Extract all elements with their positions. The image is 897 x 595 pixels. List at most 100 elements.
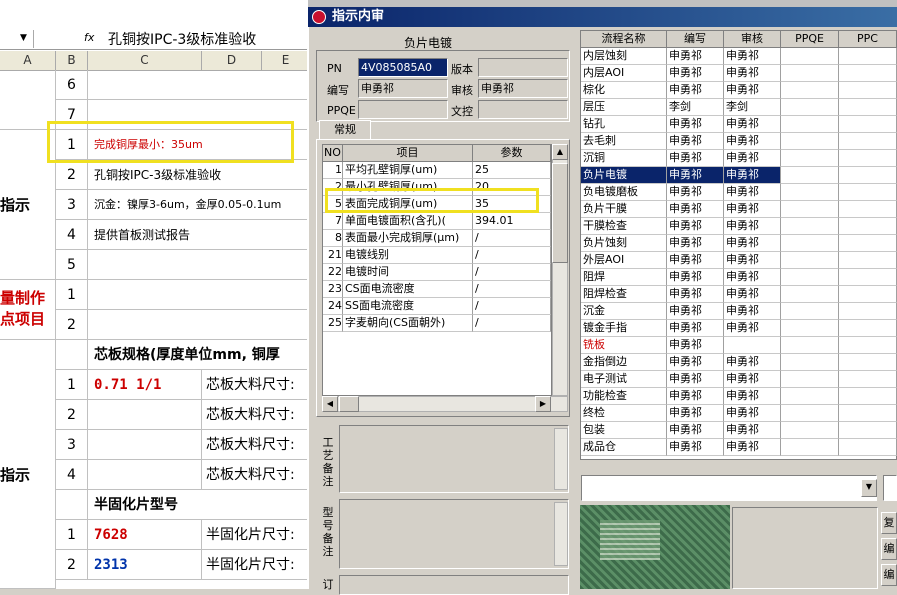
process-ppqe[interactable] bbox=[781, 422, 839, 439]
row-num[interactable]: 3 bbox=[56, 190, 88, 220]
process-ppc[interactable] bbox=[839, 252, 897, 269]
process-ppc[interactable] bbox=[839, 371, 897, 388]
param-col-value[interactable]: 参数 bbox=[473, 145, 551, 162]
process-name[interactable]: 层压 bbox=[581, 99, 667, 116]
process-author[interactable]: 申勇祁 bbox=[667, 422, 724, 439]
process-author[interactable]: 申勇祁 bbox=[667, 48, 724, 65]
name-box[interactable]: ▼ bbox=[0, 30, 34, 48]
cell-d[interactable]: 芯板大料尺寸: bbox=[202, 400, 310, 430]
process-reviewer[interactable]: 申勇祁 bbox=[724, 48, 781, 65]
process-reviewer[interactable]: 申勇祁 bbox=[724, 167, 781, 184]
process-reviewer[interactable]: 申勇祁 bbox=[724, 65, 781, 82]
side-button-edit-2[interactable]: 编 bbox=[881, 564, 897, 586]
row-num[interactable]: 3 bbox=[56, 430, 88, 460]
cell-c-core-spec[interactable]: 芯板规格(厚度单位mm, 铜厚 bbox=[88, 340, 310, 370]
param-value[interactable]: / bbox=[473, 264, 551, 281]
param-no[interactable]: 21 bbox=[323, 247, 343, 264]
process-name[interactable]: 棕化 bbox=[581, 82, 667, 99]
row-num[interactable]: 4 bbox=[56, 460, 88, 490]
scroll-left-icon[interactable]: ◀ bbox=[322, 396, 338, 412]
process-ppqe[interactable] bbox=[781, 286, 839, 303]
process-author[interactable]: 李剑 bbox=[667, 99, 724, 116]
row-num[interactable]: 2 bbox=[56, 310, 88, 340]
param-grid-vscroll[interactable]: ▲ bbox=[552, 144, 568, 396]
scroll-up-icon[interactable]: ▲ bbox=[552, 144, 568, 160]
col-header-b[interactable]: B bbox=[56, 51, 88, 71]
row-num[interactable]: 6 bbox=[56, 70, 88, 100]
col-header-c[interactable]: C bbox=[88, 51, 202, 71]
process-author[interactable]: 申勇祁 bbox=[667, 201, 724, 218]
process-name[interactable]: 功能检查 bbox=[581, 388, 667, 405]
process-ppqe[interactable] bbox=[781, 269, 839, 286]
process-ppqe[interactable] bbox=[781, 371, 839, 388]
param-no[interactable]: 22 bbox=[323, 264, 343, 281]
process-reviewer[interactable]: 申勇祁 bbox=[724, 218, 781, 235]
process-name[interactable]: 外层AOI bbox=[581, 252, 667, 269]
cell-c[interactable] bbox=[88, 310, 310, 340]
process-author[interactable]: 申勇祁 bbox=[667, 388, 724, 405]
model-note-field[interactable] bbox=[339, 499, 569, 569]
cell-c[interactable]: 孔铜按IPC-3级标准验收 bbox=[88, 160, 310, 190]
process-author[interactable]: 申勇祁 bbox=[667, 371, 724, 388]
param-no[interactable]: 8 bbox=[323, 230, 343, 247]
process-ppc[interactable] bbox=[839, 269, 897, 286]
process-ppqe[interactable] bbox=[781, 439, 839, 456]
process-reviewer[interactable]: 申勇祁 bbox=[724, 439, 781, 456]
dialog-titlebar[interactable]: 指示内审 bbox=[308, 7, 897, 27]
process-name[interactable]: 钻孔 bbox=[581, 116, 667, 133]
process-author[interactable]: 申勇祁 bbox=[667, 218, 724, 235]
process-ppqe[interactable] bbox=[781, 116, 839, 133]
cell-c[interactable]: 7628 bbox=[88, 520, 202, 550]
chevron-down-icon[interactable]: ▼ bbox=[861, 479, 877, 497]
process-ppqe[interactable] bbox=[781, 337, 839, 354]
row-num[interactable] bbox=[56, 490, 88, 520]
process-ppc[interactable] bbox=[839, 235, 897, 252]
process-reviewer[interactable]: 申勇祁 bbox=[724, 201, 781, 218]
param-value[interactable]: 25 bbox=[473, 162, 551, 179]
process-ppc[interactable] bbox=[839, 116, 897, 133]
row-num[interactable]: 5 bbox=[56, 250, 88, 280]
process-name[interactable]: 阻焊 bbox=[581, 269, 667, 286]
process-reviewer[interactable]: 申勇祁 bbox=[724, 252, 781, 269]
cell-c[interactable]: 0.71 1/1 bbox=[88, 370, 202, 400]
side-combo[interactable] bbox=[883, 475, 897, 501]
process-reviewer[interactable]: 申勇祁 bbox=[724, 82, 781, 99]
process-author[interactable]: 申勇祁 bbox=[667, 337, 724, 354]
param-value[interactable]: / bbox=[473, 315, 551, 332]
cell-a-instruction-2[interactable]: 指示 bbox=[0, 340, 56, 589]
row-num[interactable]: 2 bbox=[56, 400, 88, 430]
row-num[interactable]: 1 bbox=[56, 370, 88, 400]
process-name[interactable]: 负电镀磨板 bbox=[581, 184, 667, 201]
process-author[interactable]: 申勇祁 bbox=[667, 133, 724, 150]
row-num[interactable] bbox=[56, 340, 88, 370]
process-author[interactable]: 申勇祁 bbox=[667, 252, 724, 269]
process-ppqe[interactable] bbox=[781, 201, 839, 218]
cell-c[interactable] bbox=[88, 430, 202, 460]
col-header-a[interactable]: A bbox=[0, 51, 56, 71]
param-value[interactable]: / bbox=[473, 281, 551, 298]
process-reviewer[interactable]: 申勇祁 bbox=[724, 320, 781, 337]
process-name[interactable]: 镀金手指 bbox=[581, 320, 667, 337]
process-col-author[interactable]: 编写 bbox=[667, 31, 724, 48]
scroll-thumb[interactable] bbox=[339, 396, 359, 412]
process-author[interactable]: 申勇祁 bbox=[667, 184, 724, 201]
process-col-ppc[interactable]: PPC bbox=[839, 31, 897, 48]
param-item[interactable]: 单面电镀面积(含孔)( bbox=[343, 213, 473, 230]
process-ppc[interactable] bbox=[839, 65, 897, 82]
process-author[interactable]: 申勇祁 bbox=[667, 269, 724, 286]
process-name[interactable]: 沉铜 bbox=[581, 150, 667, 167]
cell-d[interactable]: 芯板大料尺寸: bbox=[202, 460, 310, 490]
cell-c[interactable] bbox=[88, 70, 310, 100]
process-ppqe[interactable] bbox=[781, 167, 839, 184]
process-name[interactable]: 负片干膜 bbox=[581, 201, 667, 218]
process-ppqe[interactable] bbox=[781, 303, 839, 320]
process-reviewer[interactable]: 申勇祁 bbox=[724, 405, 781, 422]
process-ppqe[interactable] bbox=[781, 99, 839, 116]
notes-combo[interactable]: ▼ bbox=[581, 475, 877, 501]
cell-c[interactable]: 2313 bbox=[88, 550, 202, 580]
param-item[interactable]: 电镀线别 bbox=[343, 247, 473, 264]
process-reviewer[interactable]: 申勇祁 bbox=[724, 116, 781, 133]
process-name[interactable]: 沉金 bbox=[581, 303, 667, 320]
process-reviewer[interactable] bbox=[724, 337, 781, 354]
row-num[interactable]: 1 bbox=[56, 520, 88, 550]
